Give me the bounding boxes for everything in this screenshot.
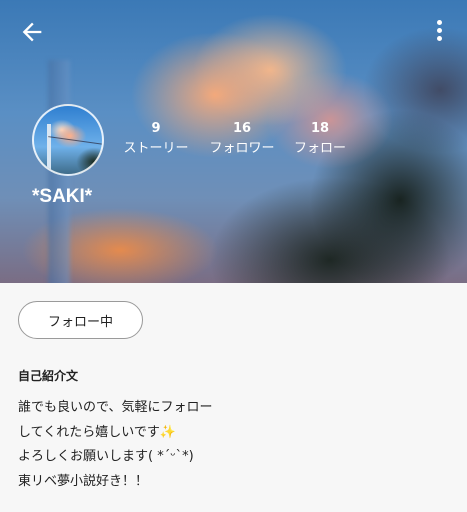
bio-heading: 自己紹介文 xyxy=(18,369,79,383)
bio-line: よろしくお願いします( *´ᵕ`*) xyxy=(18,449,194,464)
avatar[interactable] xyxy=(32,104,104,176)
back-button[interactable] xyxy=(18,18,46,46)
bio-line: 東リベ夢小説好き！！ xyxy=(18,473,149,489)
username: *SAKI* xyxy=(32,186,93,207)
more-vertical-icon xyxy=(428,20,450,41)
stat-followers[interactable]: 16 フォロワー xyxy=(202,121,282,158)
bio-line: してくれたら嬉しいです✨ xyxy=(18,424,177,440)
followers-label: フォロワー xyxy=(209,141,275,156)
stat-following[interactable]: 18 フォロー xyxy=(284,121,356,158)
profile-header: 9 ストーリー 16 フォロワー 18 フォロー *SAKI* xyxy=(0,0,467,283)
bio-line: 誰でも良いので、気軽にフォロー xyxy=(18,400,213,415)
more-options-button[interactable] xyxy=(428,20,450,46)
following-label: フォロー xyxy=(293,141,346,156)
following-button[interactable]: フォロー中 xyxy=(18,301,143,339)
stories-count: 9 xyxy=(151,121,161,136)
bio-text: 誰でも良いので、気軽にフォロー してくれたら嬉しいです✨ よろしくお願いします(… xyxy=(18,396,448,494)
stories-label: ストーリー xyxy=(123,141,189,156)
following-count: 18 xyxy=(310,121,330,136)
followers-count: 16 xyxy=(232,121,252,136)
stat-stories[interactable]: 9 ストーリー xyxy=(116,121,196,158)
arrow-left-icon xyxy=(22,22,42,42)
